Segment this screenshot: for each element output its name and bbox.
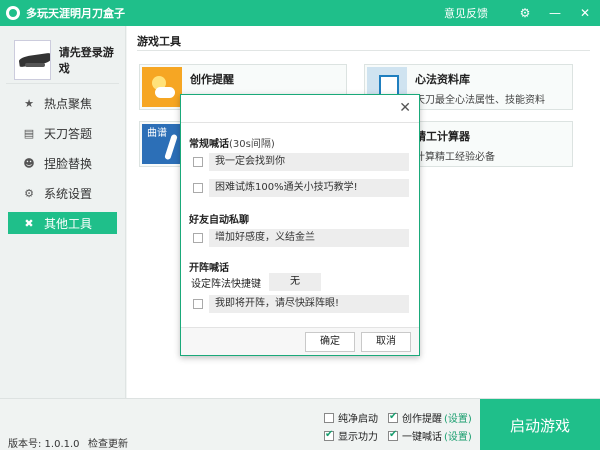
- shout-line[interactable]: 增加好感度，义结金兰: [193, 229, 409, 247]
- gear-icon: ⚙: [24, 186, 34, 200]
- shout-text[interactable]: 困难试炼100%通关小技巧教学!: [209, 179, 409, 197]
- avatar[interactable]: [14, 39, 51, 80]
- settings-link[interactable]: (设置): [444, 428, 472, 443]
- face-icon: ☻: [23, 156, 35, 170]
- check-update-link[interactable]: 检查更新: [88, 435, 128, 450]
- dialog-header: ✕: [181, 95, 419, 123]
- sidebar-item-hot[interactable]: ★ 热点聚焦: [8, 92, 117, 114]
- interval-hint: (30s间隔): [229, 139, 275, 150]
- start-game-button[interactable]: 启动游戏: [480, 399, 600, 450]
- tool-name: 创作提醒: [190, 73, 234, 86]
- checkbox[interactable]: [388, 429, 398, 441]
- shout-line[interactable]: 困难试炼100%通关小技巧教学!: [193, 179, 409, 197]
- tools-icon: ✖: [24, 216, 34, 230]
- sidebar-item-label: 其他工具: [44, 216, 93, 231]
- option-pure-start[interactable]: 纯净启动: [324, 410, 378, 425]
- checkbox[interactable]: [193, 183, 203, 193]
- shout-text[interactable]: 增加好感度，义结金兰: [209, 229, 409, 247]
- shortcut-input[interactable]: 无: [269, 273, 321, 291]
- sidebar-item-face[interactable]: ☻ 捏脸替换: [8, 152, 117, 174]
- settings-icon[interactable]: ⚙: [510, 0, 540, 26]
- shout-text[interactable]: 我一定会找到你: [209, 153, 409, 171]
- tool-name: 精工计算器: [415, 130, 470, 143]
- star-icon: ★: [24, 96, 34, 110]
- sidebar-item-label: 系统设置: [44, 186, 93, 201]
- sidebar-item-label: 捏脸替换: [44, 156, 93, 171]
- checkbox[interactable]: [193, 233, 203, 243]
- option-creation-reminder[interactable]: 创作提醒 (设置): [388, 410, 472, 425]
- shout-line[interactable]: 我一定会找到你: [193, 153, 409, 171]
- music-score-icon: 曲谱: [142, 124, 182, 164]
- shout-settings-dialog: ✕ 常规喊话(30s间隔) 我一定会找到你 困难试炼100%通关小技巧教学! 好…: [180, 94, 420, 356]
- sidebar: 请先登录游戏 ★ 热点聚焦 ▤ 天刀答题 ☻ 捏脸替换 ⚙ 系统设置 ✖ 其他工…: [0, 26, 126, 398]
- sidebar-item-quiz[interactable]: ▤ 天刀答题: [8, 122, 117, 144]
- minimize-icon[interactable]: —: [540, 0, 570, 26]
- tool-desc: 计算精工经验必备: [415, 152, 495, 163]
- checkbox[interactable]: [324, 429, 334, 441]
- checkbox[interactable]: [388, 411, 398, 423]
- shortcut-label: 设定阵法快捷键: [191, 278, 261, 290]
- section-title: 游戏工具: [137, 35, 181, 48]
- divider: [137, 50, 590, 51]
- confirm-button[interactable]: 确定: [305, 332, 355, 352]
- cancel-button[interactable]: 取消: [361, 332, 411, 352]
- tool-desc: 天刀最全心法属性、技能资料: [415, 95, 545, 106]
- option-one-key-shout[interactable]: 一键喊话 (设置): [388, 428, 472, 443]
- bottom-bar: 版本号: 1.0.1.0 检查更新 纯净启动 创作提醒 (设置) 显示功力 一键…: [0, 398, 600, 450]
- feedback-link[interactable]: 意见反馈: [444, 5, 488, 21]
- shout-text[interactable]: 我即将开阵，请尽快踩阵眼!: [209, 295, 409, 313]
- formation-shortcut-row: 设定阵法快捷键 无: [191, 273, 321, 291]
- group-title-friend-chat: 好友自动私聊: [189, 215, 249, 226]
- group-title-general: 常规喊话(30s间隔): [189, 139, 275, 150]
- title-bar: 多玩天涯明月刀盒子 意见反馈 ⚙ — ✕: [0, 0, 600, 26]
- profile: 请先登录游戏: [6, 26, 119, 84]
- close-icon[interactable]: ✕: [399, 100, 411, 116]
- document-icon: ▤: [23, 126, 35, 140]
- login-prompt[interactable]: 请先登录游戏: [59, 44, 119, 76]
- tool-name: 心法资料库: [415, 73, 470, 86]
- sidebar-item-tools[interactable]: ✖ 其他工具: [8, 212, 117, 234]
- dialog-footer: 确定 取消: [181, 327, 419, 355]
- checkbox[interactable]: [193, 157, 203, 167]
- app-logo-icon: [6, 6, 20, 20]
- sidebar-nav: ★ 热点聚焦 ▤ 天刀答题 ☻ 捏脸替换 ⚙ 系统设置 ✖ 其他工具: [0, 92, 125, 234]
- shout-line[interactable]: 我即将开阵，请尽快踩阵眼!: [193, 295, 409, 313]
- app-title: 多玩天涯明月刀盒子: [26, 7, 125, 20]
- weather-icon: [142, 67, 182, 107]
- close-icon[interactable]: ✕: [570, 0, 600, 26]
- version-label: 版本号: 1.0.1.0: [8, 439, 80, 450]
- group-title-formation: 开阵喊话: [189, 263, 229, 274]
- option-show-power[interactable]: 显示功力: [324, 428, 378, 443]
- sidebar-item-label: 热点聚焦: [44, 96, 93, 111]
- checkbox[interactable]: [193, 299, 203, 309]
- settings-link[interactable]: (设置): [444, 410, 472, 425]
- sidebar-item-settings[interactable]: ⚙ 系统设置: [8, 182, 117, 204]
- sidebar-item-label: 天刀答题: [44, 126, 93, 141]
- checkbox[interactable]: [324, 412, 334, 423]
